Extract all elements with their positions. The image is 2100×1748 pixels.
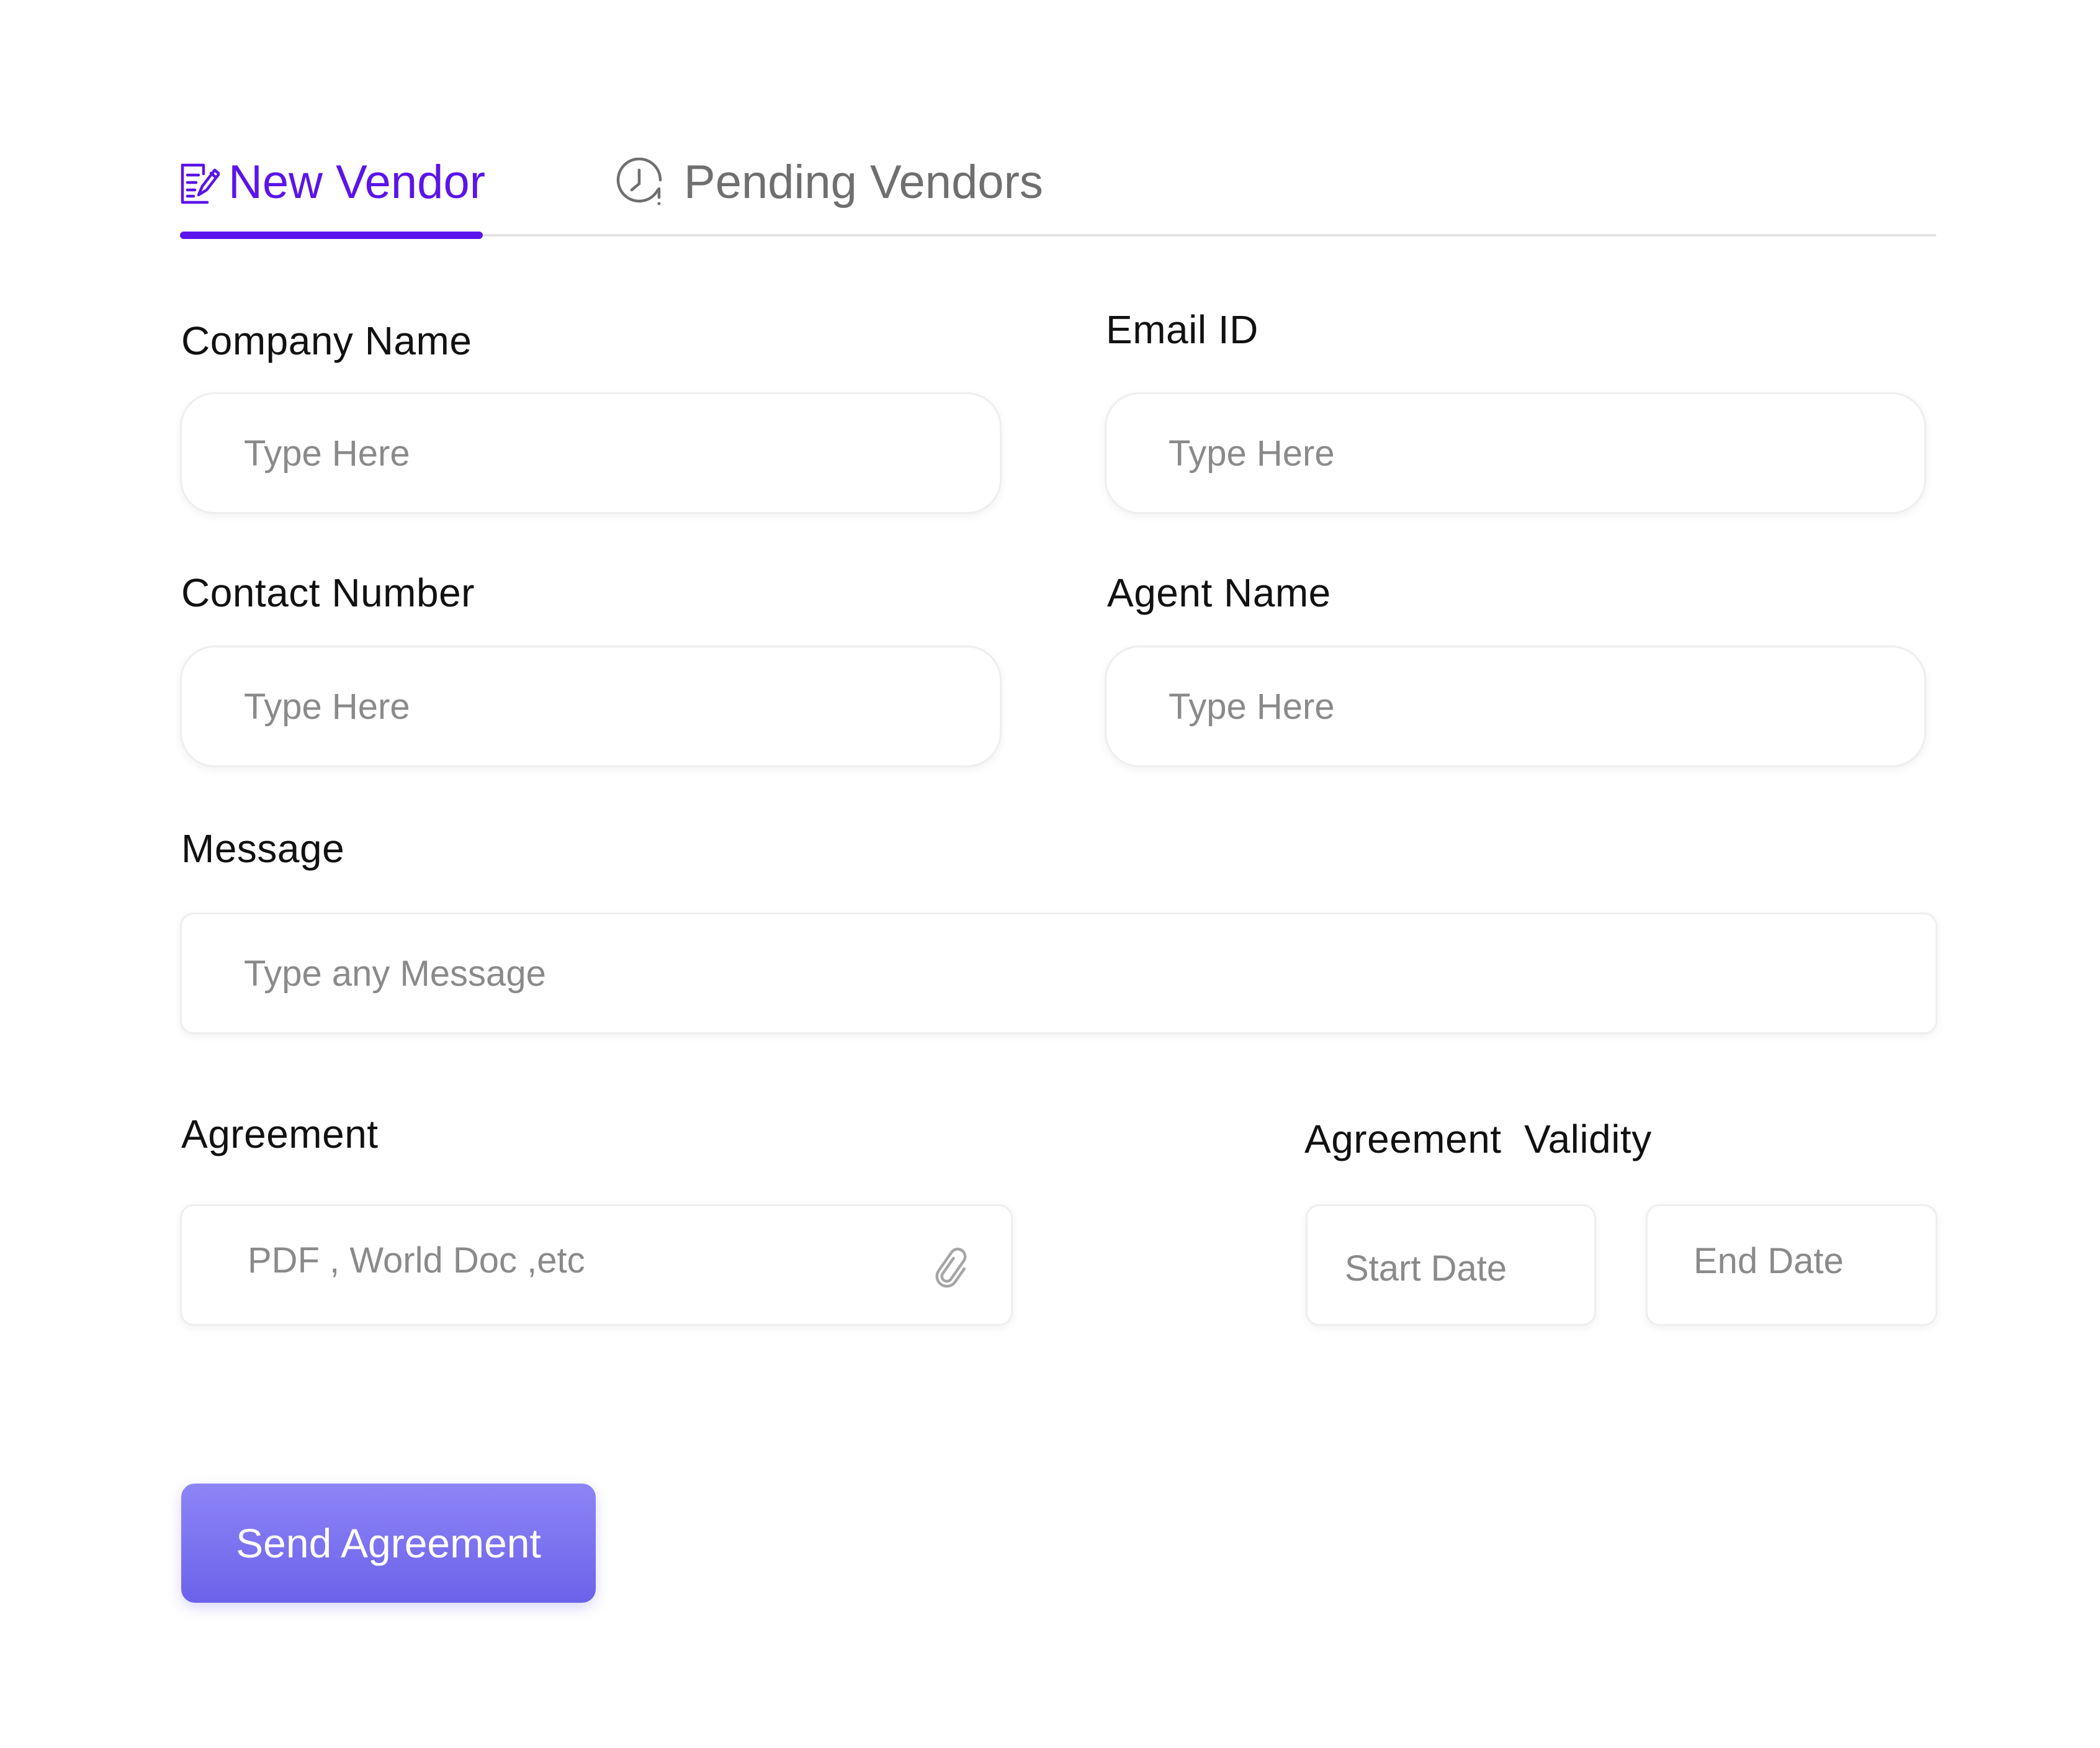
agreement-upload-field[interactable] <box>180 1204 1013 1326</box>
company-name-input[interactable] <box>182 394 1000 512</box>
tab-new-vendor[interactable]: New Vendor <box>179 155 485 209</box>
message-input[interactable] <box>182 914 1936 1032</box>
tab-pending-vendors-label: Pending Vendors <box>684 156 1043 209</box>
paperclip-icon[interactable] <box>935 1247 970 1292</box>
contact-number-field <box>180 646 1002 767</box>
contact-number-label: Contact Number <box>181 570 475 615</box>
email-id-label: Email ID <box>1106 307 1259 352</box>
agreement-label: Agreement <box>181 1112 379 1156</box>
company-name-field <box>180 392 1002 514</box>
email-id-field <box>1105 392 1926 514</box>
company-name-label: Company Name <box>181 318 472 363</box>
agreement-validity-label: Agreement Validity <box>1304 1117 1652 1161</box>
agent-name-label: Agent Name <box>1107 570 1331 615</box>
agent-name-input[interactable] <box>1106 647 1924 765</box>
tab-pending-vendors[interactable]: Pending Vendors <box>616 155 1043 209</box>
end-date-field <box>1646 1204 1937 1326</box>
email-id-input[interactable] <box>1106 394 1924 512</box>
clock-pending-icon <box>616 157 665 207</box>
start-date-input[interactable] <box>1308 1206 1594 1324</box>
contact-number-input[interactable] <box>182 647 1000 765</box>
agreement-file-input[interactable] <box>182 1206 1011 1324</box>
send-agreement-button[interactable]: Send Agreement <box>181 1484 596 1603</box>
agent-name-field <box>1105 646 1926 767</box>
end-date-input[interactable] <box>1648 1206 1936 1324</box>
message-field <box>180 912 1937 1034</box>
message-label: Message <box>181 826 345 871</box>
start-date-field <box>1306 1204 1596 1326</box>
active-tab-indicator <box>180 232 483 239</box>
new-vendor-page: New Vendor Pending Vendors Company Name … <box>0 0 2100 1748</box>
tab-new-vendor-label: New Vendor <box>228 156 486 209</box>
edit-document-icon <box>179 159 220 206</box>
